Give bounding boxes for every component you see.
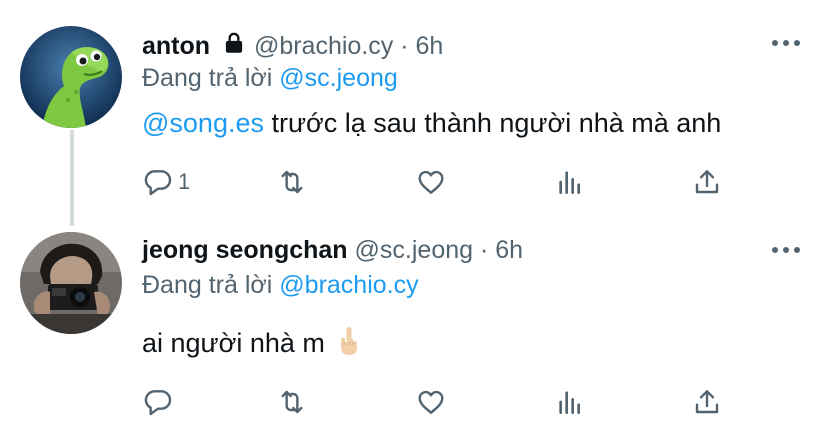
- reply-icon: [144, 170, 172, 196]
- separator-dot: ·: [480, 236, 489, 264]
- retweet-icon: [281, 390, 303, 414]
- separator-dot: ·: [400, 32, 409, 60]
- tweet-text: ai người nhà m: [142, 326, 360, 363]
- like-button[interactable]: [415, 162, 447, 202]
- more-dots-icon[interactable]: [772, 36, 800, 50]
- analytics-icon: [559, 391, 580, 414]
- lock-icon: [221, 30, 247, 63]
- avatar-jeong[interactable]: [20, 232, 122, 334]
- tweet-1[interactable]: anton @brachio.cy · 6h Đang trả lời @sc.…: [0, 0, 828, 220]
- action-bar: 1: [0, 162, 828, 202]
- replying-to-line: Đang trả lời @brachio.cy: [142, 271, 419, 300]
- analytics-icon: [559, 171, 580, 194]
- retweet-icon: [281, 170, 303, 194]
- reply-button[interactable]: [142, 382, 174, 422]
- views-button[interactable]: [554, 382, 586, 422]
- reply-icon: [144, 390, 172, 416]
- action-bar: [0, 382, 828, 422]
- timestamp[interactable]: 6h: [495, 236, 523, 264]
- user-handle[interactable]: @sc.jeong: [355, 236, 474, 264]
- share-button[interactable]: [691, 382, 723, 422]
- timestamp[interactable]: 6h: [416, 32, 444, 60]
- user-handle[interactable]: @brachio.cy: [254, 32, 393, 60]
- middle-finger-emoji: [338, 326, 360, 363]
- more-dots-icon[interactable]: [772, 243, 800, 257]
- mention-link[interactable]: @song.es: [142, 108, 264, 138]
- reply-count: 1: [178, 169, 191, 194]
- avatar-anton[interactable]: [20, 26, 122, 128]
- share-button[interactable]: [691, 162, 723, 202]
- reply-button[interactable]: 1: [142, 162, 190, 202]
- tweet-header: anton @brachio.cy · 6h: [142, 30, 443, 63]
- like-icon: [418, 390, 444, 414]
- replying-to-link[interactable]: @sc.jeong: [279, 64, 398, 92]
- replying-to-link[interactable]: @brachio.cy: [279, 271, 418, 299]
- share-icon: [695, 390, 719, 414]
- tweet-2[interactable]: jeong seongchan @sc.jeong · 6h Đang trả …: [0, 220, 828, 426]
- replying-to-line: Đang trả lời @sc.jeong: [142, 64, 398, 93]
- like-button[interactable]: [415, 382, 447, 422]
- tweet-text: @song.es trước lạ sau thành người nhà mà…: [142, 108, 721, 139]
- views-button[interactable]: [554, 162, 586, 202]
- tweet-body: trước lạ sau thành người nhà mà anh: [263, 108, 722, 138]
- like-icon: [418, 170, 444, 194]
- display-name[interactable]: anton: [142, 32, 210, 60]
- retweet-button[interactable]: [276, 162, 308, 202]
- retweet-button[interactable]: [276, 382, 308, 422]
- share-icon: [695, 170, 719, 194]
- replying-prefix: Đang trả lời: [142, 271, 273, 299]
- replying-prefix: Đang trả lời: [142, 64, 273, 92]
- tweet-header: jeong seongchan @sc.jeong · 6h: [142, 236, 523, 265]
- tweet-body: ai người nhà m: [142, 328, 325, 358]
- display-name[interactable]: jeong seongchan: [142, 236, 348, 264]
